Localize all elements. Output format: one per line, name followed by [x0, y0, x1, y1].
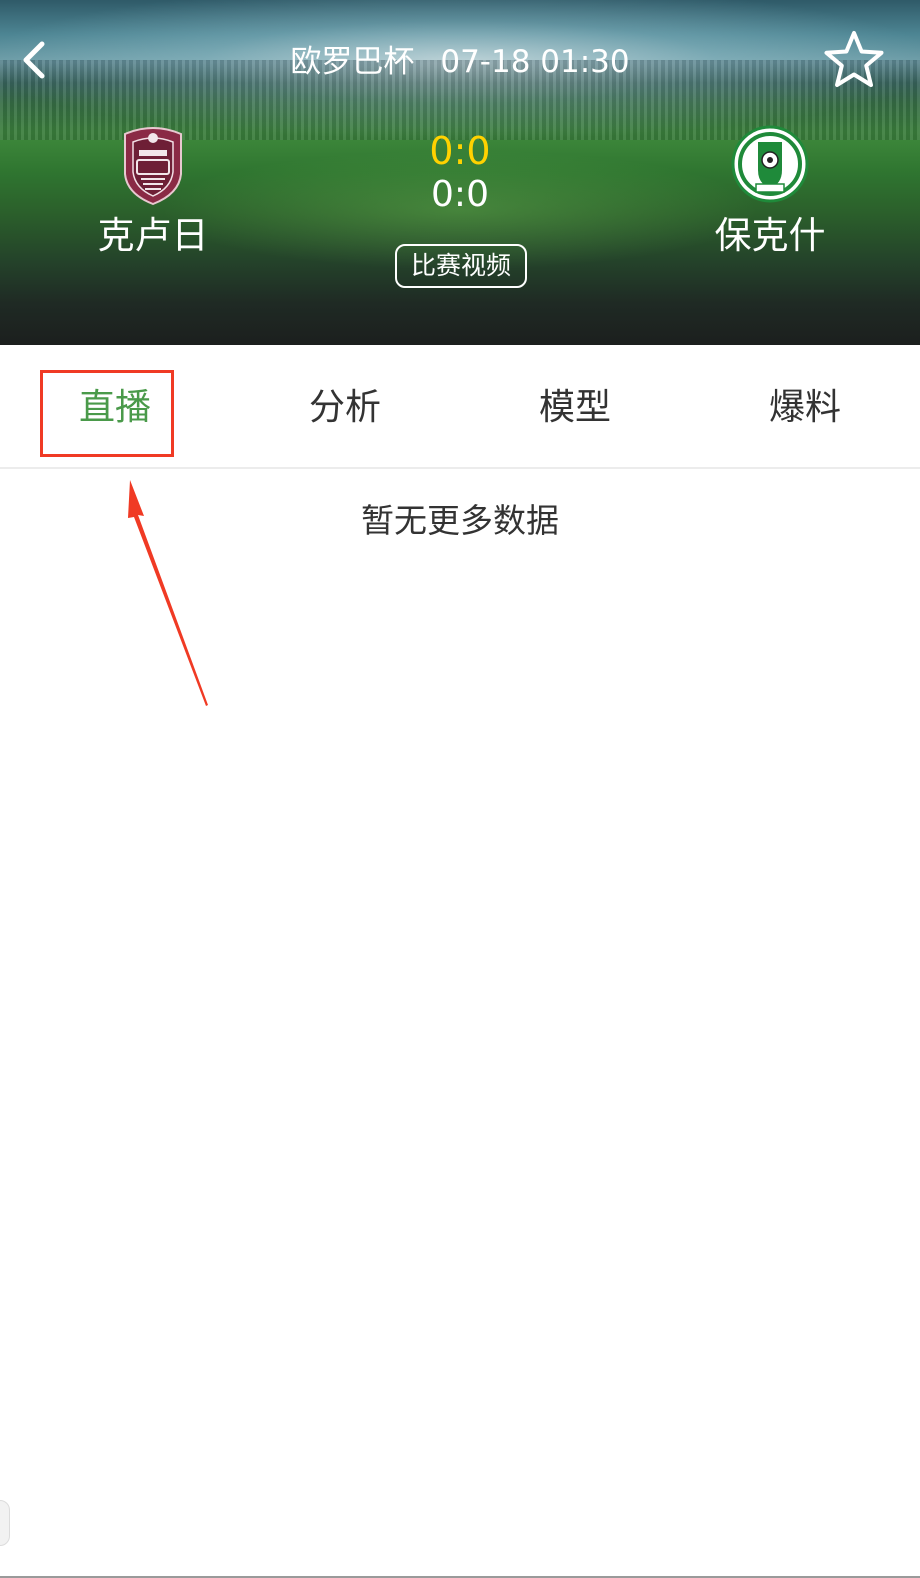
annotation-highlight-box	[40, 370, 174, 457]
match-info: 欧罗巴杯 07-18 01:30	[200, 38, 720, 86]
chevron-left-icon[interactable]	[16, 38, 52, 82]
star-outline-icon[interactable]	[822, 28, 886, 92]
tab-model[interactable]: 模型	[460, 345, 690, 467]
tab-analysis[interactable]: 分析	[230, 345, 460, 467]
annotation-arrow-icon	[128, 480, 208, 706]
match-detail-page: 欧罗巴杯 07-18 01:30 克卢日 0:0 0:0 比赛视频 保克什 直播…	[0, 0, 920, 1578]
home-team[interactable]: 克卢日	[43, 124, 263, 260]
floating-edge-handle[interactable]	[0, 1500, 10, 1546]
match-header: 欧罗巴杯 07-18 01:30 克卢日 0:0 0:0 比赛视频 保克什	[0, 0, 920, 345]
tab-tips[interactable]: 爆料	[690, 345, 920, 467]
empty-state-message: 暂无更多数据	[361, 501, 559, 540]
away-team-name: 保克什	[714, 214, 826, 257]
competition-name: 欧罗巴杯	[290, 44, 415, 80]
score-halftime: 0:0	[431, 174, 489, 215]
paksi-fc-crest-icon	[731, 125, 809, 203]
away-team[interactable]: 保克什	[660, 124, 880, 260]
score-main: 0:0	[429, 129, 491, 173]
cfr-cluj-crest-icon	[124, 127, 182, 206]
match-video-button[interactable]: 比赛视频	[395, 244, 527, 288]
home-team-name: 克卢日	[97, 214, 209, 257]
match-datetime: 07-18 01:30	[440, 44, 630, 80]
